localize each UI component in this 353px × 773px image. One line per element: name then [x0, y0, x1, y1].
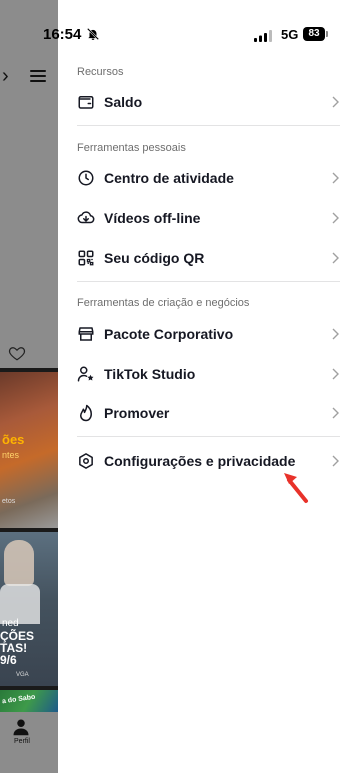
- person-star-icon: [77, 366, 94, 382]
- background-top-icons: ›: [2, 66, 56, 86]
- menu-item-balance[interactable]: Saldo: [58, 82, 353, 122]
- network-type: 5G: [281, 27, 299, 42]
- menu-item-tiktok-studio[interactable]: TikTok Studio: [58, 354, 353, 394]
- wallet-icon: [78, 96, 94, 109]
- menu-item-qr-code[interactable]: Seu código QR: [58, 238, 353, 278]
- chevron-right-icon: [332, 172, 339, 184]
- menu-item-label: Vídeos off-line: [104, 210, 201, 226]
- menu-item-label: Promover: [104, 405, 170, 421]
- chevron-right-icon: [332, 368, 339, 380]
- video-thumbnail[interactable]: a do Sabo: [0, 690, 58, 712]
- chevron-right-icon: ›: [2, 65, 9, 87]
- hamburger-menu-icon[interactable]: [30, 70, 46, 82]
- thumbnail-person: [4, 540, 34, 586]
- thumbnail-text: VGA: [16, 672, 29, 678]
- download-cloud-icon: [77, 211, 95, 224]
- heart-icon: [8, 347, 26, 361]
- bell-muted-icon: [87, 28, 99, 40]
- status-time: 16:54: [43, 26, 82, 43]
- battery-tip: [326, 31, 328, 37]
- menu-item-label: Saldo: [104, 94, 143, 110]
- section-header-creation-business-tools: Ferramentas de criação e negócios: [77, 297, 250, 309]
- flame-icon: [80, 404, 92, 422]
- side-drawer: Recursos Saldo Ferramentas pessoais Cent…: [58, 0, 353, 773]
- thumbnail-text: a do Sabo: [1, 693, 36, 706]
- background-app: › ões ntes etos ned ÇÕES TAS! 9/6 VGA a do…: [0, 0, 58, 773]
- chevron-right-icon: [332, 96, 339, 108]
- menu-item-activity-center[interactable]: Centro de atividade: [58, 158, 353, 198]
- qr-code-icon: [78, 250, 94, 266]
- chevron-right-icon: [332, 328, 339, 340]
- battery-level: 83: [308, 28, 320, 39]
- divider: [77, 436, 340, 437]
- thumbnail-text: ntes: [2, 450, 20, 460]
- menu-item-label: Configurações e privacidade: [104, 453, 296, 469]
- menu-item-label: Pacote Corporativo: [104, 326, 234, 342]
- menu-item-offline-videos[interactable]: Vídeos off-line: [58, 198, 353, 238]
- section-header-personal-tools: Ferramentas pessoais: [77, 142, 186, 154]
- section-header-resources: Recursos: [77, 66, 124, 78]
- menu-item-promote[interactable]: Promover: [58, 393, 353, 433]
- divider: [77, 281, 340, 282]
- menu-item-label: Seu código QR: [104, 250, 205, 266]
- menu-item-label: Centro de atividade: [104, 170, 234, 186]
- clock-icon: [78, 170, 94, 186]
- signal-icon: [254, 30, 272, 42]
- video-thumbnail[interactable]: ões ntes etos: [0, 372, 58, 528]
- thumbnail-text: ÇÕES TAS! 9/6: [0, 629, 35, 667]
- nav-profile-label[interactable]: Perfil: [0, 738, 44, 745]
- video-thumbnail[interactable]: ned ÇÕES TAS! 9/6 VGA: [0, 532, 58, 686]
- annotation-arrow-icon: [284, 473, 308, 503]
- thumbnail-text: etos: [2, 498, 16, 505]
- profile-icon[interactable]: [12, 718, 30, 736]
- menu-item-label: TikTok Studio: [104, 366, 196, 382]
- chevron-right-icon: [332, 212, 339, 224]
- bottom-nav: Perfil: [0, 712, 58, 773]
- menu-item-business-suite[interactable]: Pacote Corporativo: [58, 314, 353, 354]
- chevron-right-icon: [332, 252, 339, 264]
- status-bar: 16:54 5G 83: [0, 0, 353, 44]
- divider: [77, 125, 340, 126]
- chevron-right-icon: [332, 407, 339, 419]
- thumbnail-text: ões: [2, 432, 25, 447]
- settings-icon: [79, 453, 93, 469]
- store-icon: [78, 327, 94, 341]
- battery-icon: 83: [303, 27, 325, 41]
- chevron-right-icon: [332, 455, 339, 467]
- thumbnail-text: ned: [2, 618, 19, 629]
